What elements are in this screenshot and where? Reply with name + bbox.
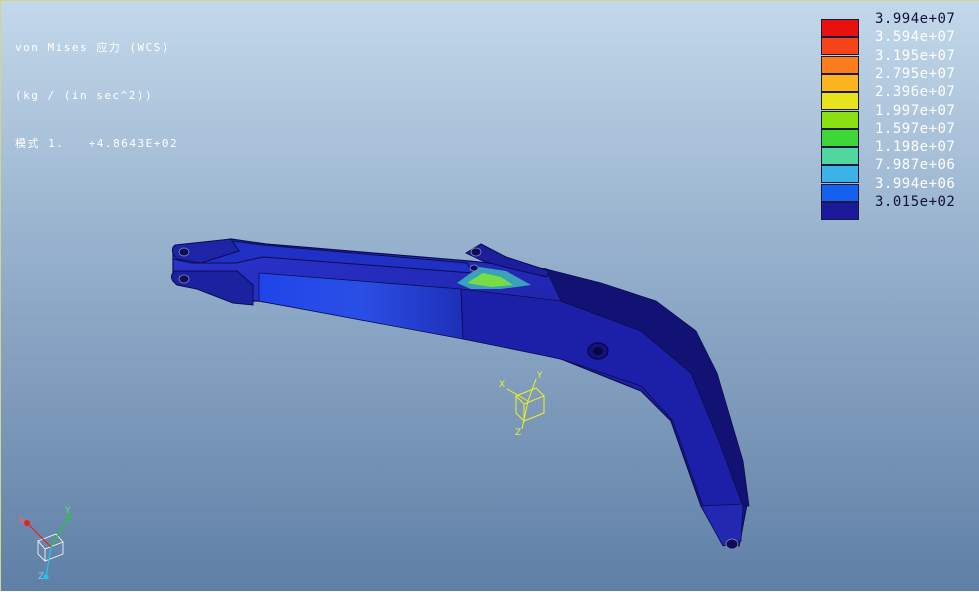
model-scene: X Y Z X Y Z	[18, 238, 750, 582]
boom-end-cap	[700, 503, 744, 547]
coordinate-triad-main	[506, 378, 545, 430]
pin-hole-bracket	[470, 247, 482, 257]
triad-main-z-label: Z	[515, 428, 521, 438]
pin-hole-left-lower	[178, 274, 190, 284]
triad-small-y-label: Y	[64, 506, 71, 516]
pin-hole-left-upper	[178, 247, 190, 257]
pin-hole-bracket-lower	[469, 264, 479, 272]
model-viewport[interactable]: von Mises 应力 (WCS) (kg / (in sec^2)) 模式 …	[0, 0, 979, 591]
boom-arm-model[interactable]	[171, 238, 750, 547]
triad-main-x-label: X	[499, 380, 505, 390]
triad-small-x-label: X	[18, 516, 24, 526]
triad-small-z-label: Z	[38, 572, 44, 582]
pin-hole-middle-inner	[593, 347, 603, 355]
view-orientation-triad	[24, 514, 71, 580]
pin-hole-end	[725, 538, 739, 550]
triad-main-y-label: Y	[536, 371, 543, 381]
